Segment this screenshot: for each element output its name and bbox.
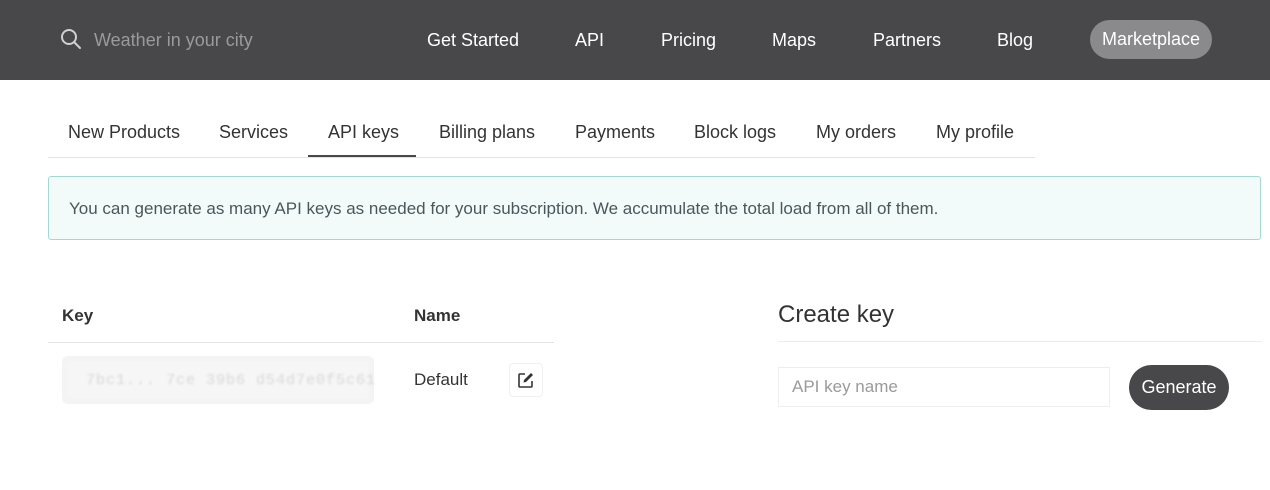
marketplace-button[interactable]: Marketplace (1090, 20, 1212, 59)
search-icon[interactable] (60, 28, 82, 50)
search-bar (60, 26, 380, 54)
edit-key-button[interactable] (509, 363, 543, 397)
api-key-name: Default (414, 370, 468, 389)
api-key-value[interactable]: 7bc1... 7ce 39b6 d54d7e0f5c61 (86, 372, 376, 389)
nav-pricing[interactable]: Pricing (661, 29, 716, 51)
tab-new-products[interactable]: New Products (68, 122, 180, 142)
nav-maps[interactable]: Maps (772, 29, 816, 51)
tab-payments[interactable]: Payments (575, 122, 655, 142)
generate-button[interactable]: Generate (1129, 365, 1229, 410)
create-key-title: Create key (778, 301, 895, 328)
nav-partners[interactable]: Partners (873, 29, 941, 51)
api-key-name-input[interactable] (778, 367, 1110, 407)
nav-api[interactable]: API (575, 29, 604, 51)
nav-blog[interactable]: Blog (997, 29, 1033, 51)
tab-api-keys[interactable]: API keys (328, 122, 399, 142)
column-header-name: Name (414, 306, 461, 325)
top-navbar: Get Started API Pricing Maps Partners Bl… (0, 0, 1270, 80)
info-alert-text: You can generate as many API keys as nee… (69, 199, 939, 218)
account-tabs: New Products Services API keys Billing p… (48, 105, 1035, 158)
nav-get-started[interactable]: Get Started (427, 29, 519, 51)
create-key-divider (778, 341, 1262, 342)
table-header-divider (48, 342, 554, 343)
info-alert: You can generate as many API keys as nee… (48, 176, 1261, 240)
column-header-key: Key (62, 306, 94, 325)
active-tab-indicator (308, 155, 416, 157)
tab-block-logs[interactable]: Block logs (694, 122, 776, 142)
edit-icon (518, 373, 533, 388)
tab-services[interactable]: Services (219, 122, 288, 142)
tab-billing-plans[interactable]: Billing plans (439, 122, 535, 142)
tab-my-profile[interactable]: My profile (936, 122, 1014, 142)
search-input[interactable] (94, 26, 374, 54)
tab-my-orders[interactable]: My orders (816, 122, 896, 142)
